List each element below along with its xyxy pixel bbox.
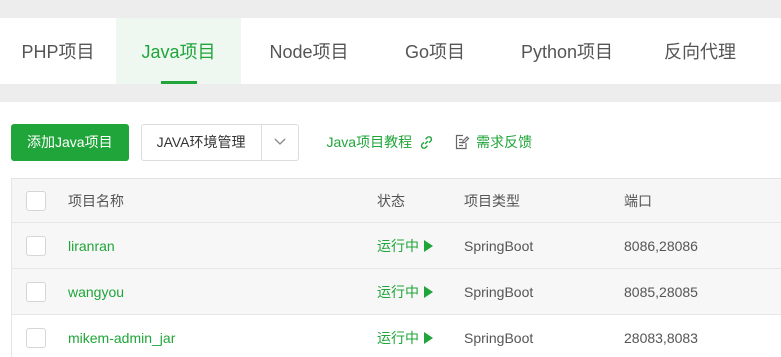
project-name-link[interactable]: liranran	[68, 238, 115, 254]
feedback-label[interactable]: 需求反馈	[476, 132, 532, 152]
top-gap	[0, 0, 781, 18]
edit-document-icon	[453, 133, 471, 151]
project-port: 8085,28085	[624, 283, 698, 300]
java-tutorial-link[interactable]: Java项目教程	[327, 132, 436, 152]
toolbar: 添加Java项目 JAVA环境管理 Java项目教程 需求反馈	[11, 123, 532, 161]
header-port: 端口	[624, 192, 652, 209]
table-header-row: 项目名称 状态 项目类型 端口	[11, 179, 781, 223]
project-type: SpringBoot	[464, 237, 534, 254]
java-env-dropdown[interactable]: JAVA环境管理	[140, 123, 299, 161]
project-port: 28083,8083	[624, 329, 698, 346]
table-row: liranran 运行中 SpringBoot 8086,28086	[11, 223, 781, 269]
header-status: 状态	[377, 192, 405, 209]
table-row: wangyou 运行中 SpringBoot 8085,28085	[11, 269, 781, 315]
play-icon[interactable]	[424, 239, 433, 252]
play-icon[interactable]	[424, 285, 433, 298]
select-all-checkbox[interactable]	[26, 190, 46, 211]
tab-node[interactable]: Node项目	[241, 18, 377, 84]
project-type: SpringBoot	[464, 329, 534, 346]
project-table: 项目名称 状态 项目类型 端口 liranran 运行中 SpringBoot …	[11, 178, 781, 357]
project-type-tabs: PHP项目 Java项目 Node项目 Go项目 Python项目 反向代理	[0, 18, 781, 84]
play-icon[interactable]	[424, 331, 433, 344]
java-tutorial-label[interactable]: Java项目教程	[327, 132, 413, 152]
section-gap	[0, 84, 781, 102]
table-row: mikem-admin_jar 运行中 SpringBoot 28083,808…	[11, 315, 781, 357]
project-port: 8086,28086	[624, 237, 698, 254]
tab-reverse-proxy[interactable]: 反向代理	[641, 18, 759, 84]
java-env-button-label[interactable]: JAVA环境管理	[142, 124, 262, 160]
row-checkbox[interactable]	[26, 235, 46, 256]
project-panel: 添加Java项目 JAVA环境管理 Java项目教程 需求反馈 项目名称 状态 …	[0, 102, 781, 357]
add-java-project-button[interactable]: 添加Java项目	[11, 123, 129, 161]
tab-php[interactable]: PHP项目	[0, 18, 116, 84]
header-name: 项目名称	[68, 192, 124, 209]
project-name-link[interactable]: mikem-admin_jar	[68, 330, 175, 346]
status-label[interactable]: 运行中	[377, 282, 419, 302]
chevron-down-icon[interactable]	[262, 125, 298, 160]
status-label[interactable]: 运行中	[377, 328, 419, 348]
header-type: 项目类型	[464, 192, 520, 209]
project-name-link[interactable]: wangyou	[68, 284, 124, 300]
tab-go[interactable]: Go项目	[377, 18, 493, 84]
row-checkbox[interactable]	[26, 281, 46, 302]
tab-java[interactable]: Java项目	[116, 18, 241, 84]
project-type: SpringBoot	[464, 283, 534, 300]
tab-python[interactable]: Python项目	[493, 18, 641, 84]
feedback-link[interactable]: 需求反馈	[453, 132, 532, 152]
status-running[interactable]: 运行中	[377, 236, 433, 256]
row-checkbox[interactable]	[26, 327, 46, 348]
status-running[interactable]: 运行中	[377, 328, 433, 348]
link-icon	[417, 133, 435, 151]
status-label[interactable]: 运行中	[377, 236, 419, 256]
status-running[interactable]: 运行中	[377, 282, 433, 302]
